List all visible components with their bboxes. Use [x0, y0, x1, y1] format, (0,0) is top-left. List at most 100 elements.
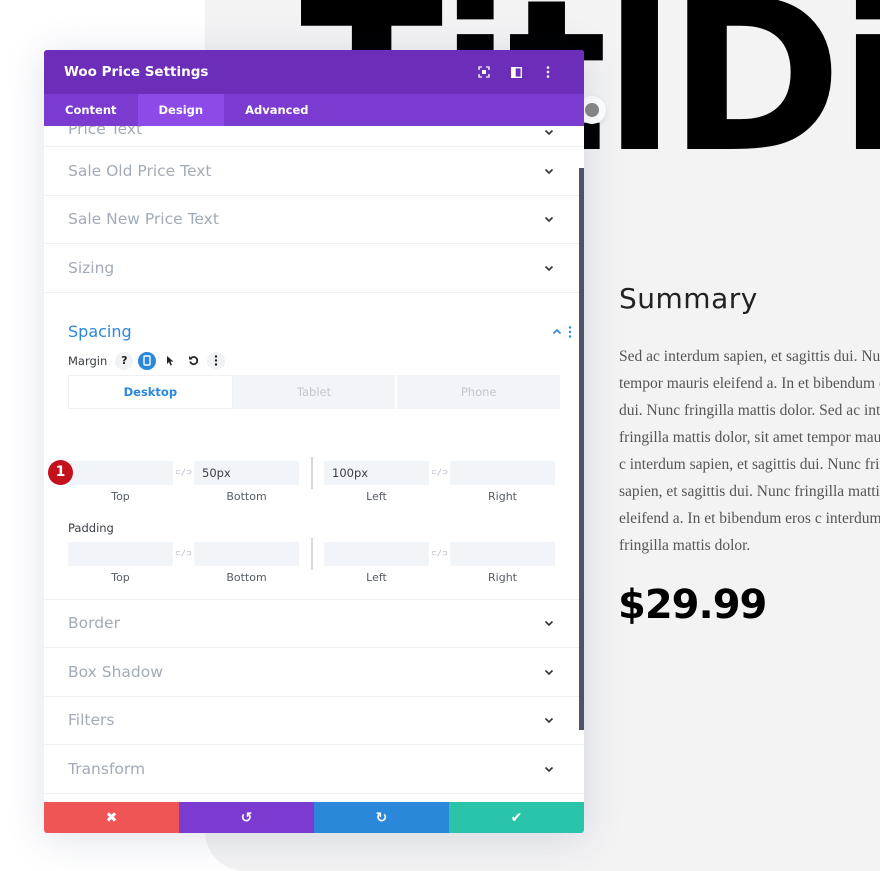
spacing-header[interactable]: Spacing — [68, 293, 572, 357]
padding-left-label: Left — [366, 570, 387, 584]
margin-bottom-input[interactable] — [194, 460, 299, 485]
summary-text: Sed ac interdum sapien, et sagittis dui.… — [619, 343, 880, 559]
margin-top-label: Top — [111, 489, 130, 503]
summary-line: fringilla mattis dolor. — [619, 537, 751, 554]
chevron-up-icon[interactable] — [552, 327, 562, 337]
redo-icon: ↻ — [375, 809, 388, 826]
toggle-title: Border — [68, 614, 120, 633]
globe-icon — [585, 103, 599, 117]
margin-right-label: Right — [488, 489, 517, 503]
chevron-down-icon — [544, 669, 554, 675]
padding-top-input[interactable] — [68, 541, 173, 566]
toggle-sale-new-price-text[interactable]: Sale New Price Text — [44, 196, 584, 244]
device-tab-tablet[interactable]: Tablet — [233, 374, 398, 409]
settings-modal: Woo Price Settings Content Design Advanc… — [44, 50, 584, 833]
margin-left-input[interactable] — [324, 460, 429, 485]
toggle-title: Filters — [68, 711, 115, 730]
cancel-button[interactable]: ✖ — [44, 802, 179, 833]
product-price: $29.99 — [618, 582, 767, 628]
toggle-transform[interactable]: Transform — [44, 745, 584, 794]
toggle-border[interactable]: Border — [44, 600, 584, 648]
link-icon[interactable]: ⊂/⊃ — [173, 542, 194, 566]
summary-line: tempor mauris eleifend a. In et bibendum… — [619, 375, 880, 392]
toggle-filters[interactable]: Filters — [44, 697, 584, 745]
margin-left-label: Left — [366, 489, 387, 503]
chevron-down-icon — [544, 265, 554, 271]
spacing-section: Spacing Margin ? Desktop Tablet Phone To… — [44, 293, 584, 600]
modal-title: Woo Price Settings — [64, 64, 209, 80]
toggle-title: Sale Old Price Text — [68, 161, 212, 180]
chevron-down-icon — [544, 766, 554, 772]
link-icon[interactable]: ⊂/⊃ — [429, 542, 450, 566]
check-icon: ✔ — [510, 809, 523, 826]
section-options-icon[interactable] — [568, 325, 572, 338]
toggle-title: Sale New Price Text — [68, 210, 219, 229]
summary-line: c interdum sapien, et sagittis dui. Nunc… — [619, 456, 880, 473]
split-view-icon[interactable] — [500, 60, 532, 84]
divider — [311, 537, 313, 570]
padding-top-label: Top — [111, 570, 130, 584]
spacing-title: Spacing — [68, 322, 132, 341]
toggle-title: Box Shadow — [68, 662, 163, 681]
summary-line: dui. Nunc fringilla mattis dolor. Sed ac… — [619, 402, 880, 419]
responsive-icon[interactable] — [138, 351, 157, 370]
summary-heading: Summary — [619, 282, 758, 315]
margin-label: Margin — [68, 353, 108, 368]
divider — [311, 456, 313, 489]
step-badge: 1 — [48, 459, 73, 485]
device-tab-desktop[interactable]: Desktop — [68, 374, 233, 409]
padding-bottom-label: Bottom — [226, 570, 267, 584]
padding-right-label: Right — [488, 570, 517, 584]
margin-top-input[interactable] — [68, 460, 173, 485]
summary-line: fringilla mattis dolor, sit amet tempor … — [619, 429, 880, 446]
chevron-down-icon — [544, 168, 554, 174]
modal-footer: ✖ ↺ ↻ ✔ — [44, 802, 584, 833]
toggle-sale-old-price-text[interactable]: Sale Old Price Text — [44, 147, 584, 196]
more-options-icon[interactable] — [532, 60, 564, 84]
undo-button[interactable]: ↺ — [179, 802, 314, 833]
save-button[interactable]: ✔ — [449, 802, 584, 833]
padding-bottom-input[interactable] — [194, 541, 299, 566]
summary-line: sapien, et sagittis dui. Nunc fringilla … — [619, 483, 880, 500]
summary-line: eleifend a. In et bibendum eros c interd… — [619, 510, 880, 527]
chevron-down-icon — [544, 621, 554, 627]
padding-right-input[interactable] — [450, 541, 555, 566]
padding-inputs: Top ⊂/⊃ Bottom Left ⊂/⊃ Right — [68, 537, 560, 584]
tab-advanced[interactable]: Advanced — [224, 94, 329, 126]
summary-line: Sed ac interdum sapien, et sagittis dui.… — [619, 348, 880, 365]
toggle-box-shadow[interactable]: Box Shadow — [44, 648, 584, 697]
toggle-title: Transform — [68, 759, 146, 778]
device-tab-phone[interactable]: Phone — [397, 375, 560, 409]
modal-header[interactable]: Woo Price Settings — [44, 50, 584, 94]
device-tabs: Desktop Tablet Phone — [68, 374, 560, 409]
margin-bottom-label: Bottom — [226, 489, 267, 503]
link-icon[interactable]: ⊂/⊃ — [429, 461, 450, 485]
reset-icon[interactable] — [184, 352, 202, 370]
toggle-title: Sizing — [68, 258, 115, 277]
toggle-title: Price Text — [68, 126, 143, 138]
modal-tabs: Content Design Advanced — [44, 94, 584, 126]
modal-body: Price Text Sale Old Price Text Sale New … — [44, 126, 584, 802]
margin-right-input[interactable] — [450, 460, 555, 485]
help-icon[interactable]: ? — [115, 351, 134, 370]
padding-label: Padding — [68, 520, 114, 535]
hover-cursor-icon[interactable] — [161, 352, 179, 370]
link-icon[interactable]: ⊂/⊃ — [173, 461, 194, 485]
close-icon: ✖ — [105, 809, 118, 826]
hero-heading-visible: Di — [668, 0, 880, 199]
tab-design[interactable]: Design — [137, 94, 225, 126]
scrollbar[interactable] — [579, 168, 584, 730]
chevron-down-icon — [544, 129, 554, 136]
tab-content[interactable]: Content — [44, 94, 138, 126]
toggle-sizing[interactable]: Sizing — [44, 244, 584, 293]
padding-left-input[interactable] — [324, 541, 429, 566]
field-options-icon[interactable] — [207, 351, 226, 370]
expand-icon[interactable] — [468, 60, 500, 84]
chevron-down-icon — [544, 718, 554, 724]
redo-button[interactable]: ↻ — [314, 802, 449, 833]
undo-icon: ↺ — [240, 809, 253, 826]
toggle-price-text[interactable]: Price Text — [44, 126, 584, 147]
margin-label-row: Margin ? — [68, 351, 560, 371]
margin-inputs: Top ⊂/⊃ Bottom Left ⊂/⊃ — [68, 456, 560, 503]
chevron-down-icon — [544, 217, 554, 223]
